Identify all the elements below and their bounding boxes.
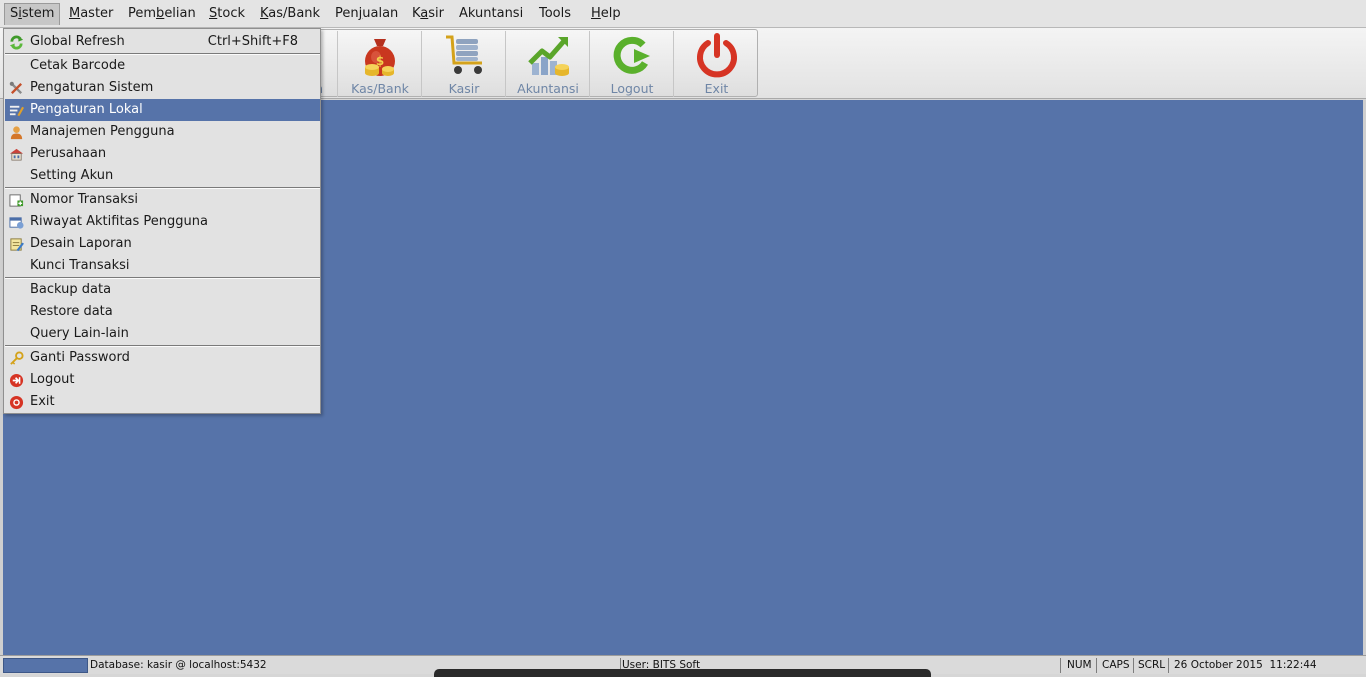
toolbar-akuntansi-button[interactable]: Akuntansi [507,31,590,97]
menu-item-label: Kunci Transaksi [30,258,130,273]
menu-item-cetak-barcode[interactable]: Cetak Barcode [5,55,320,77]
menu-item-label: Nomor Transaksi [30,192,139,207]
logout-icon [9,373,24,388]
toolbar-kas-bank-label: Kas/Bank [351,81,409,96]
menu-item-manajemen-pengguna[interactable]: Manajemen Pengguna [5,121,320,143]
menu-item-exit[interactable]: Exit [5,391,320,413]
menu-pembelian[interactable]: Pembelian [123,3,201,25]
os-taskbar-edge [434,669,931,677]
menu-item-pengaturan-lokal[interactable]: Pengaturan Lokal [5,99,320,121]
status-num: NUM [1067,659,1092,671]
menu-item-accelerator: Ctrl+Shift+F8 [207,34,298,49]
menu-item-query-lain-lain[interactable]: Query Lain-lain [5,323,320,345]
key-icon [10,351,24,365]
menubar: Sistem Master Pembelian Stock Kas/Bank P… [0,0,1366,28]
toolbar-exit-button[interactable]: Exit [675,31,758,97]
history-icon [9,217,24,229]
menu-item-label: Restore data [30,304,113,319]
logout-arrow-icon [613,36,650,74]
sistem-dropdown-menu: Global Refresh Ctrl+Shift+F8 Cetak Barco… [3,28,321,414]
menu-item-label: Pengaturan Sistem [30,80,154,95]
menu-master[interactable]: Master [64,3,118,25]
status-datetime: 26 October 2015 11:22:44 [1174,659,1317,671]
menu-item-label: Backup data [30,282,112,297]
status-scrl: SCRL [1138,659,1166,671]
toolbar-logout-button[interactable]: Logout [591,31,674,97]
add-document-icon [9,194,24,207]
menu-item-label: Logout [30,372,75,387]
menu-item-backup-data[interactable]: Backup data [5,279,320,301]
menu-item-pengaturan-sistem[interactable]: Pengaturan Sistem [5,77,320,99]
status-divider [1168,658,1169,673]
menu-stock[interactable]: Stock [204,3,250,25]
menu-penjualan[interactable]: Penjualan [330,3,403,25]
menu-item-label: Riwayat Aktifitas Pengguna [30,214,208,229]
toolbar-akuntansi-label: Akuntansi [517,81,579,96]
exit-icon [9,395,24,410]
refresh-icon [9,35,24,50]
toolbar-exit-label: Exit [704,81,729,96]
menu-item-setting-akun[interactable]: Setting Akun [5,165,320,187]
menu-item-restore-data[interactable]: Restore data [5,301,320,323]
menu-item-desain-laporan[interactable]: Desain Laporan [5,233,320,255]
menu-item-label: Pengaturan Lokal [30,102,143,117]
menu-kasir[interactable]: Kasir [407,3,449,25]
toolbar-kasir-label: Kasir [448,81,480,96]
menu-item-kunci-transaksi[interactable]: Kunci Transaksi [5,255,320,277]
status-progress-panel [3,658,88,673]
menu-item-label: Cetak Barcode [30,58,126,73]
report-design-icon [10,238,24,252]
menu-item-label: Query Lain-lain [30,326,129,341]
status-divider [1096,658,1097,673]
menu-item-riwayat-aktifitas-pengguna[interactable]: Riwayat Aktifitas Pengguna [5,211,320,233]
building-icon [9,148,24,161]
menu-item-label: Exit [30,394,55,409]
user-icon [10,126,23,140]
menu-item-label: Ganti Password [30,350,130,365]
menu-item-label: Manajemen Pengguna [30,124,175,139]
chart-up-icon [528,37,569,76]
status-divider [1060,658,1061,673]
menu-item-global-refresh[interactable]: Global Refresh Ctrl+Shift+F8 [5,31,320,53]
menu-item-nomor-transaksi[interactable]: Nomor Transaksi [5,189,320,211]
menu-item-label: Setting Akun [30,168,114,183]
tools-icon [9,81,23,95]
menu-akuntansi[interactable]: Akuntansi [454,3,528,25]
edit-icon [9,105,24,117]
menu-item-label: Perusahaan [30,146,107,161]
power-icon [697,33,737,78]
status-caps: CAPS [1102,659,1130,671]
menu-item-label: Desain Laporan [30,236,132,251]
money-bag-icon: $ [365,39,395,76]
cashier-cart-icon [446,35,482,74]
menu-item-ganti-password[interactable]: Ganti Password [5,347,320,369]
menu-kas-bank[interactable]: Kas/Bank [255,3,325,25]
menu-item-label: Global Refresh [30,34,125,49]
toolbar-kasir-button[interactable]: Kasir [423,31,506,97]
menu-item-perusahaan[interactable]: Perusahaan [5,143,320,165]
status-database: Database: kasir @ localhost:5432 [90,659,267,671]
menu-tools[interactable]: Tools [534,3,576,25]
toolbar-kas-bank-button[interactable]: $ Kas/Bank [339,31,422,97]
status-divider [1133,658,1134,673]
menu-item-logout[interactable]: Logout [5,369,320,391]
menu-sistem[interactable]: Sistem [4,3,61,25]
menu-help[interactable]: Help [586,3,626,25]
toolbar-logout-label: Logout [610,81,654,96]
